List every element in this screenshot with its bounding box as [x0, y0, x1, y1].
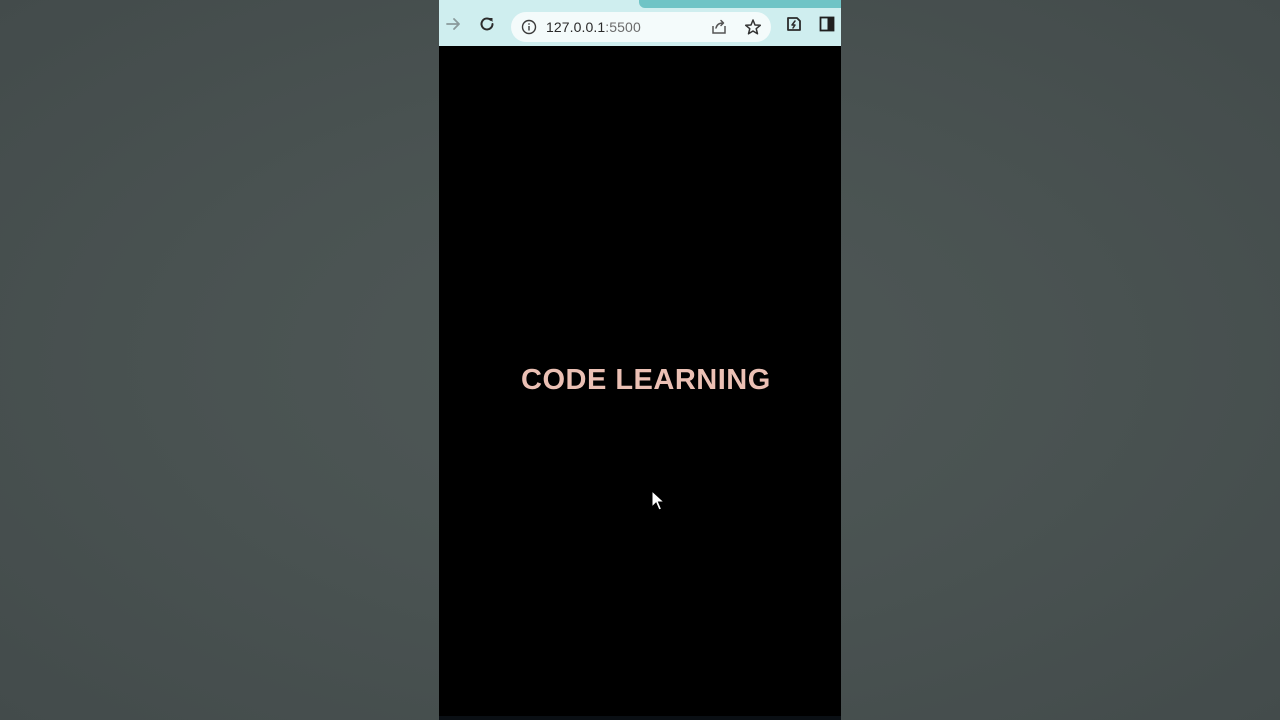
url-host: 127.0.0.1 [546, 19, 606, 35]
extensions-button[interactable] [783, 13, 805, 35]
side-panel-icon [819, 16, 835, 32]
star-icon[interactable] [744, 18, 762, 36]
mouse-cursor-icon [651, 490, 665, 511]
extensions-icon [787, 17, 801, 31]
browser-toolbar: 127.0.0.1:5500 [439, 0, 841, 46]
arrow-right-icon [446, 18, 460, 30]
side-panel-button[interactable] [816, 13, 838, 35]
address-bar[interactable]: 127.0.0.1:5500 [511, 12, 771, 42]
bottom-edge [439, 716, 841, 720]
browser-window: 127.0.0.1:5500 CODE LEARNING [439, 0, 841, 720]
page-content: CODE LEARNING [439, 46, 841, 720]
page-headline: CODE LEARNING [521, 364, 771, 396]
tab-strip [639, 0, 841, 8]
info-icon[interactable] [521, 19, 537, 35]
video-backdrop-right [841, 0, 1280, 720]
url-port: :5500 [605, 19, 641, 35]
reload-button[interactable] [476, 13, 498, 35]
url-text[interactable]: 127.0.0.1:5500 [546, 19, 641, 35]
reload-icon [480, 17, 494, 31]
forward-button[interactable] [443, 13, 465, 35]
share-icon[interactable] [710, 18, 728, 36]
video-backdrop-left [0, 0, 439, 720]
